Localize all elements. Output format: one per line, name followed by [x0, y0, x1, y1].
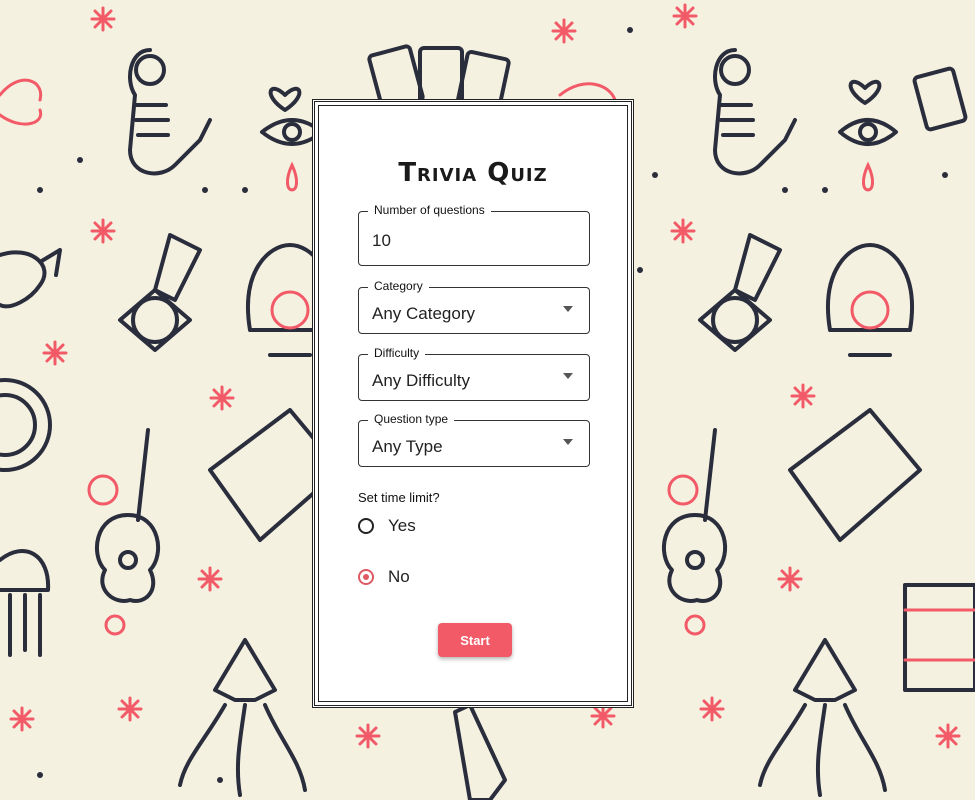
caret-down-icon [563, 439, 573, 445]
time-limit-yes-option[interactable]: Yes [358, 514, 416, 538]
porthole-icon [0, 378, 52, 472]
jellyfish-icon [0, 549, 51, 657]
yes-label: Yes [388, 516, 416, 535]
bottle-icon [453, 703, 507, 800]
radio-checked-icon[interactable] [358, 569, 374, 585]
difficulty-label: Difficulty [368, 346, 426, 360]
broken-heart-icon [268, 86, 302, 112]
caret-down-icon [563, 373, 573, 379]
page-title: Trivia Quiz [398, 158, 548, 188]
hibiscus-icon [104, 614, 126, 636]
mermaid-icon [713, 48, 797, 176]
eye-icon [838, 118, 898, 146]
category-select[interactable]: Category Any Category [358, 279, 590, 334]
question-type-select[interactable]: Question type Any Type [358, 412, 590, 467]
questions-count-label: Number of questions [368, 203, 491, 217]
hibiscus-icon [87, 474, 119, 506]
no-label: No [388, 567, 410, 586]
category-value: Any Category [372, 304, 475, 323]
questions-count-field[interactable]: Number of questions 10 [358, 203, 590, 266]
hibiscus-icon [684, 614, 706, 636]
hibiscus-icon [667, 474, 699, 506]
drop-icon [862, 161, 874, 192]
time-limit-label: Set time limit? [358, 490, 440, 505]
life-vest-icon [903, 583, 975, 692]
time-limit-no-option[interactable]: No [358, 565, 410, 589]
mermaid-icon [128, 48, 212, 176]
category-label: Category [368, 279, 429, 293]
life-vest-trim-icon [903, 608, 975, 662]
difficulty-select[interactable]: Difficulty Any Difficulty [358, 346, 590, 401]
caret-down-icon [563, 306, 573, 312]
pearl-icon [850, 290, 890, 330]
question-type-label: Question type [368, 412, 455, 426]
whale-icon [0, 248, 62, 309]
drop-icon [286, 161, 298, 192]
radio-unchecked-icon[interactable] [358, 518, 374, 534]
question-type-value: Any Type [372, 437, 443, 456]
broken-heart-icon [848, 79, 882, 105]
start-button[interactable]: Start [438, 623, 512, 657]
questions-count-value[interactable]: 10 [372, 231, 391, 251]
pearl-icon [270, 290, 310, 330]
difficulty-value: Any Difficulty [372, 371, 470, 390]
quiz-setup-card: Trivia Quiz Number of questions 10 Categ… [312, 99, 634, 708]
